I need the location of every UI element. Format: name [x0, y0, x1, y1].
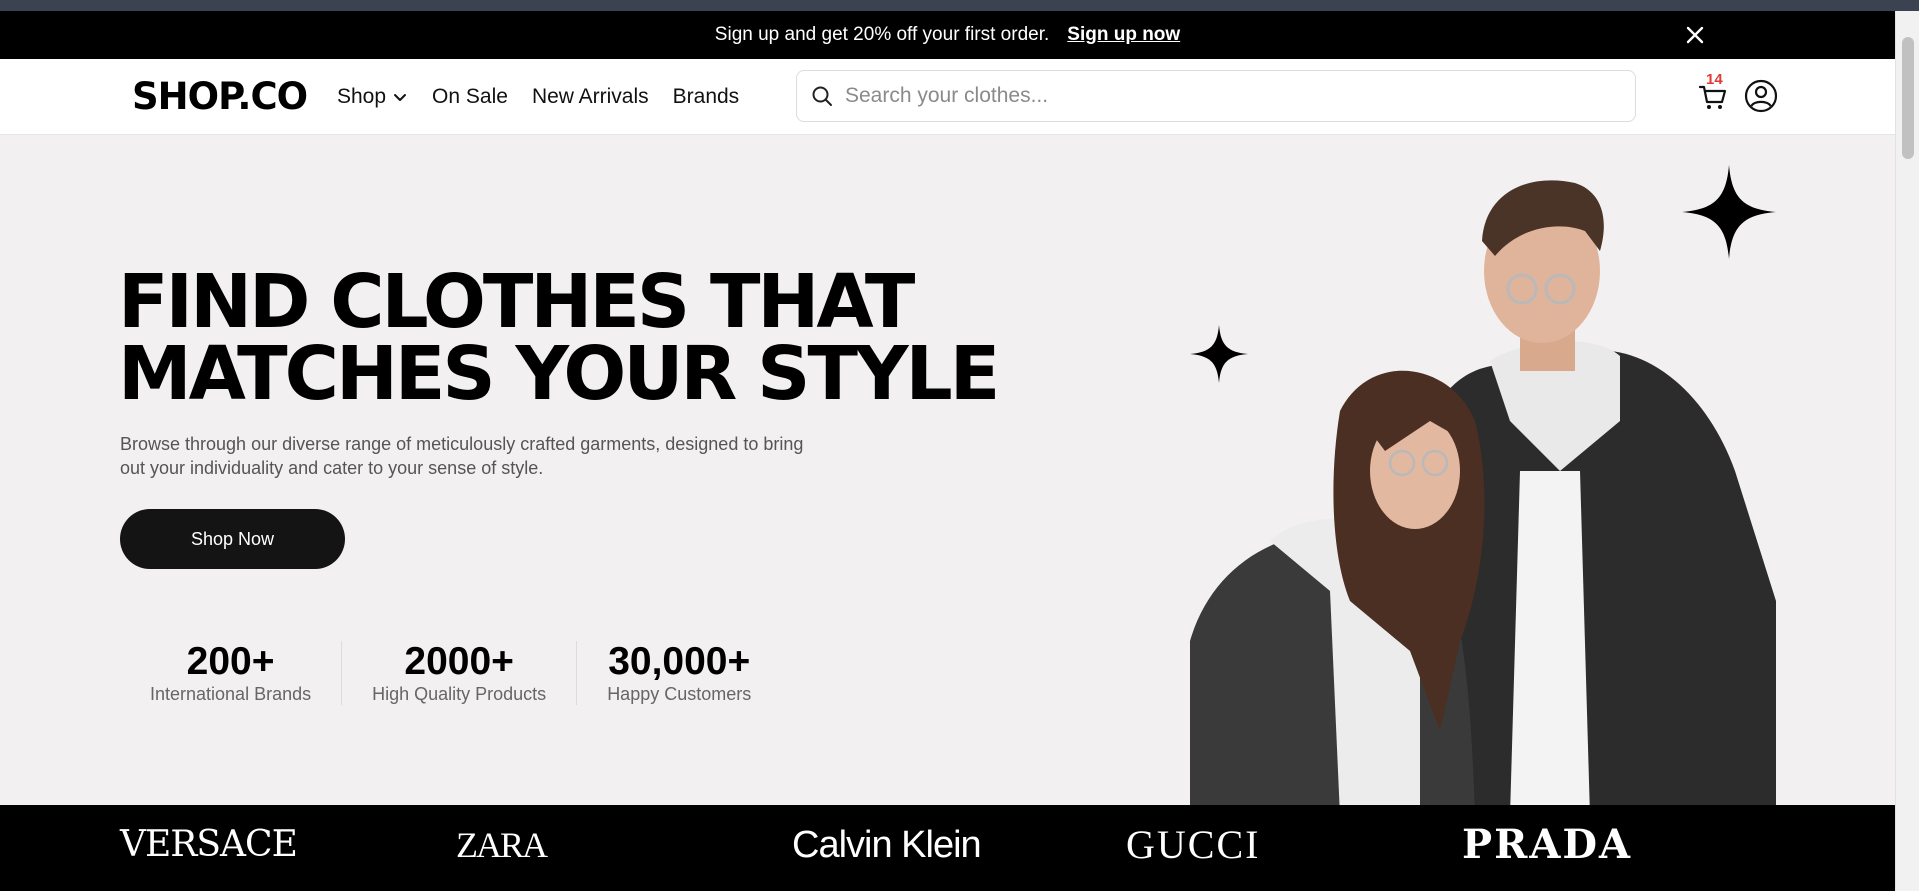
- hero-image: [1190, 180, 1776, 816]
- stat-item: 2000+ High Quality Products: [341, 641, 576, 705]
- sparkle-icon: [1682, 165, 1776, 259]
- hero-stats: 200+ International Brands 2000+ High Qua…: [120, 641, 781, 705]
- nav-item-on-sale[interactable]: On Sale: [432, 85, 508, 109]
- scrollbar-thumb[interactable]: [1902, 37, 1914, 159]
- promo-banner: Sign up and get 20% off your first order…: [0, 11, 1895, 59]
- search-icon: [812, 86, 832, 106]
- stat-label: High Quality Products: [372, 684, 547, 704]
- search-box[interactable]: [796, 70, 1636, 122]
- hero-description: Browse through our diverse range of meti…: [120, 432, 860, 480]
- nav-item-label: Shop: [337, 85, 387, 108]
- brand-logo-calvin-klein: Calvin Klein: [792, 824, 982, 866]
- nav-item-label: New Arrivals: [531, 85, 649, 108]
- shop-now-button[interactable]: Shop Now: [120, 509, 345, 569]
- hero-title: FIND CLOTHES THAT MATCHES YOUR STYLE: [118, 259, 1000, 417]
- nav-item-new-arrivals[interactable]: New Arrivals: [532, 85, 649, 109]
- stat-label: International Brands: [150, 684, 312, 704]
- site-logo[interactable]: SHOP.CO: [132, 75, 308, 118]
- nav-item-shop[interactable]: Shop: [337, 85, 408, 109]
- stat-value: 30,000+: [608, 640, 751, 683]
- search-input[interactable]: [845, 84, 1605, 108]
- page-viewport: Sign up and get 20% off your first order…: [0, 11, 1895, 891]
- brand-logo-gucci: GUCCI: [1126, 822, 1261, 867]
- brand-logo-zara: ZARA: [456, 825, 548, 865]
- brand-logo-prada: PRADA: [1462, 821, 1633, 868]
- chevron-down-icon: [394, 94, 407, 101]
- stat-item: 30,000+ Happy Customers: [576, 641, 781, 705]
- promo-text: Sign up and get 20% off your first order…: [714, 24, 1050, 45]
- hero-title-line: MATCHES YOUR STYLE: [118, 331, 1000, 417]
- site-header: SHOP.CO Shop On Sale New Arrivals Brands: [0, 59, 1895, 135]
- stat-label: Happy Customers: [607, 684, 752, 704]
- cart-count-badge: 14: [1706, 71, 1723, 88]
- sparkle-icon: [1190, 325, 1248, 383]
- brand-bar: VERSACE ZARA Calvin Klein GUCCI PRADA: [0, 805, 1895, 891]
- user-circle-icon[interactable]: [1744, 79, 1778, 113]
- nav-item-brands[interactable]: Brands: [673, 85, 740, 109]
- hero-description-line: Browse through our diverse range of meti…: [120, 434, 804, 454]
- nav-item-label: On Sale: [432, 85, 508, 108]
- nav-item-label: Brands: [672, 85, 740, 108]
- browser-top-strip: [0, 0, 1919, 11]
- stat-value: 2000+: [404, 640, 514, 683]
- stat-value: 200+: [186, 640, 275, 683]
- brand-logo-versace: VERSACE: [120, 824, 298, 865]
- main-nav: Shop On Sale New Arrivals Brands: [337, 85, 739, 109]
- hero-description-line: out your individuality and cater to your…: [120, 458, 544, 478]
- page-scrollbar[interactable]: [1895, 11, 1919, 891]
- hero-title-line: FIND CLOTHES THAT: [118, 259, 915, 345]
- stat-item: 200+ International Brands: [120, 641, 341, 705]
- close-icon[interactable]: [1683, 23, 1707, 47]
- signup-link[interactable]: Sign up now: [1067, 24, 1180, 46]
